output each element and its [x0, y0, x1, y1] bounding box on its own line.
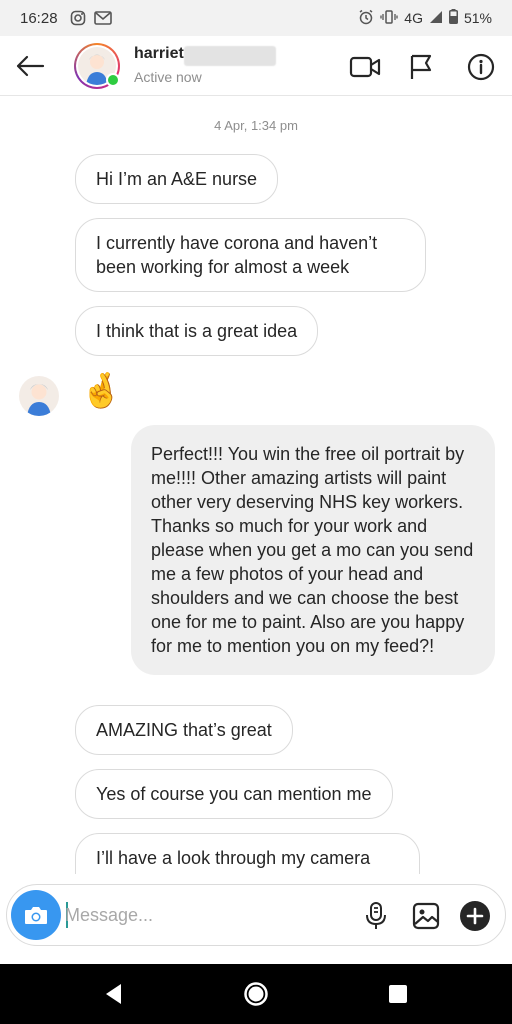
incoming-message[interactable]: Yes of course you can mention me — [75, 769, 393, 819]
status-time: 16:28 — [20, 9, 58, 27]
sender-avatar[interactable] — [19, 376, 59, 416]
camera-button[interactable] — [11, 890, 61, 940]
system-navigation-bar — [0, 964, 512, 1024]
alarm-icon — [358, 9, 374, 28]
report-button[interactable] — [404, 50, 438, 84]
video-call-button[interactable] — [348, 50, 382, 84]
contact-username[interactable]: harriet — [134, 45, 184, 63]
more-options-button[interactable] — [458, 899, 492, 933]
chat-header: harriet Active now — [0, 36, 512, 96]
message-thread[interactable]: 4 Apr, 1:34 pm Hi I’m an A&E nurse I cur… — [0, 97, 512, 874]
status-bar: 16:28 4G 51% — [0, 0, 512, 36]
redacted-name — [184, 46, 276, 66]
contact-status: Active now — [134, 69, 202, 85]
incoming-message[interactable]: I currently have corona and haven’t been… — [75, 218, 426, 292]
circle-home-icon — [244, 982, 268, 1006]
message-timestamp: 4 Apr, 1:34 pm — [214, 118, 298, 133]
incoming-message[interactable]: AMAZING that’s great — [75, 705, 293, 755]
outgoing-message[interactable]: Perfect!!! You win the free oil portrait… — [131, 425, 495, 675]
signal-icon — [429, 10, 443, 27]
nav-home-button[interactable] — [240, 978, 272, 1010]
gmail-notification-icon — [93, 11, 112, 25]
back-button[interactable] — [12, 48, 48, 84]
battery-level: 51% — [463, 10, 492, 26]
message-composer — [6, 884, 506, 946]
incoming-message[interactable]: I think that is a great idea — [75, 306, 319, 356]
info-button[interactable] — [464, 50, 498, 84]
contact-avatar[interactable] — [74, 43, 120, 89]
triangle-back-icon — [106, 984, 121, 1004]
image-icon — [412, 902, 440, 930]
vibrate-icon — [380, 9, 398, 27]
info-icon — [467, 53, 495, 81]
video-call-icon — [349, 56, 381, 78]
nav-back-button[interactable] — [98, 978, 130, 1010]
fingers-crossed-emoji-message[interactable]: 🤞 — [80, 369, 122, 413]
message-input[interactable] — [65, 899, 345, 931]
camera-icon — [25, 907, 47, 924]
incoming-message[interactable]: Hi I’m an A&E nurse — [75, 154, 279, 204]
flag-icon — [410, 54, 432, 79]
gallery-button[interactable] — [409, 899, 443, 933]
network-type: 4G — [404, 10, 423, 26]
microphone-icon — [366, 902, 386, 929]
online-indicator — [106, 73, 120, 87]
instagram-notification-icon — [70, 10, 86, 26]
arrow-left-icon — [16, 55, 45, 77]
voice-message-button[interactable] — [359, 899, 393, 933]
battery-icon — [448, 9, 458, 27]
incoming-message[interactable]: I’ll have a look through my camera roll — [75, 833, 420, 874]
square-recents-icon — [389, 985, 407, 1003]
nav-recents-button[interactable] — [382, 978, 414, 1010]
plus-circle-icon — [460, 901, 490, 931]
